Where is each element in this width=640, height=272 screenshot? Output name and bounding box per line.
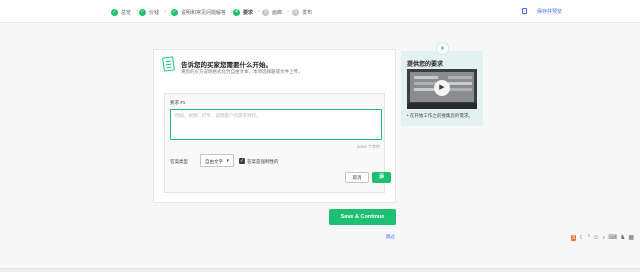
chevron-right-icon: › <box>287 9 290 15</box>
step-number: 4 <box>233 8 240 16</box>
page-footer <box>0 268 640 272</box>
lightbulb-icon: ♦ <box>436 42 449 55</box>
save-continue-button[interactable]: Save & Continue <box>329 209 396 225</box>
mic-icon[interactable]: ♪ <box>602 235 605 241</box>
step-label: 发布 <box>302 9 313 16</box>
mandatory-label: 答案是强制性的 <box>247 159 279 164</box>
step-gallery[interactable]: 5 画廊 › <box>262 8 289 16</box>
step-label: 总览 <box>121 9 132 16</box>
emoji-icon[interactable]: ☺ <box>593 235 599 241</box>
step-overview[interactable]: ✓ 总览 › <box>111 8 138 16</box>
page-title: 告诉您的买家您需要什么开始。 <box>181 62 272 69</box>
chevron-right-icon: › <box>164 9 167 15</box>
keyboard-icon[interactable]: ⌨ <box>608 234 617 241</box>
moon-icon[interactable]: ☾ <box>579 234 584 241</box>
step-requirements[interactable]: 4 要求 › <box>233 8 260 16</box>
check-icon: ✓ <box>111 8 118 16</box>
check-icon: ✓ <box>171 8 178 16</box>
step-number: 5 <box>262 8 269 16</box>
check-icon: ✓ <box>139 8 146 16</box>
cancel-button[interactable]: 取消 <box>345 172 369 183</box>
step-publish[interactable]: 6 发布 <box>292 8 312 16</box>
save-preview-link[interactable]: 保存并预览 <box>537 8 562 15</box>
char-count: 0/450 个字符 <box>356 144 380 149</box>
document-icon <box>522 8 527 14</box>
play-icon[interactable]: ▶ <box>434 80 450 96</box>
shirt-icon[interactable]: ♞ <box>620 234 625 241</box>
help-panel: 提供您的要求 ▶ • 在开始工作之前搜集您的需求。 <box>401 51 483 126</box>
answer-type-value: 自由文字 <box>205 159 223 164</box>
help-title: 提供您的要求 <box>407 62 444 68</box>
document-icon <box>162 56 175 72</box>
progress-topbar: ✓ 总览 › ✓ 价钱 › ✓ 说明和常见问题解答 › 4 要求 › 5 画廊 … <box>0 0 640 23</box>
grid-icon[interactable]: ▦ <box>628 234 634 241</box>
step-label: 价钱 <box>149 9 160 16</box>
answer-type-select[interactable]: 自由文字 ▾ <box>200 154 234 167</box>
requirement-editor: 要求 #1 0/450 个字符 答案类型 自由文字 ▾ ✓ 答案是强制性的 取消… <box>164 93 391 193</box>
step-label: 画廊 <box>272 9 283 16</box>
punctuation-icon[interactable]: ° <box>588 235 590 241</box>
mandatory-checkbox[interactable]: ✓ <box>239 158 245 164</box>
answer-type-label: 答案类型 <box>170 159 188 164</box>
caret-down-icon: ▾ <box>226 158 229 164</box>
ime-language-icon[interactable]: S <box>571 234 577 241</box>
chevron-right-icon: › <box>136 9 139 15</box>
page-subtitle: 将您的买方说明格式化为自由文本，本项选择题或文件上传。 <box>181 69 303 74</box>
requirement-label: 要求 #1 <box>170 100 186 105</box>
tutorial-video[interactable]: ▶ <box>407 69 477 109</box>
help-bullet-text: 在开始工作之前搜集您的需求。 <box>409 113 473 118</box>
help-bullet: • 在开始工作之前搜集您的需求。 <box>407 113 473 118</box>
requirements-card: 告诉您的买家您需要什么开始。 将您的买方说明格式化为自由文本，本项选择题或文件上… <box>153 49 396 203</box>
save-preview-group[interactable]: 保存并预览 <box>522 8 562 15</box>
step-description-faq[interactable]: ✓ 说明和常见问题解答 › <box>171 8 233 16</box>
skip-link[interactable]: 跳过 <box>386 234 395 240</box>
ime-toolbar: S ☾ ° ☺ ♪ ⌨ ♞ ▦ <box>571 234 634 241</box>
video-controls <box>407 103 477 109</box>
step-label: 说明和常见问题解答 <box>181 9 227 16</box>
requirement-textarea[interactable] <box>170 109 382 140</box>
add-button[interactable]: 添 <box>372 172 391 183</box>
chevron-right-icon: › <box>258 9 261 15</box>
step-number: 6 <box>292 8 299 16</box>
step-pricing[interactable]: ✓ 价钱 › <box>139 8 166 16</box>
step-label: 要求 <box>243 9 254 16</box>
